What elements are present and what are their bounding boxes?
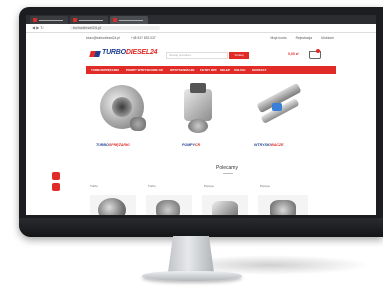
section-divider [223, 173, 233, 174]
nav-item-services[interactable]: USŁUGI [234, 66, 245, 74]
browser-tab[interactable] [70, 16, 108, 24]
monitor-stand-base [142, 271, 242, 281]
site-logo[interactable]: TURBODIESEL24 [89, 49, 158, 58]
nav-item-shop[interactable]: SKLEP [220, 66, 230, 74]
pump-image [184, 89, 212, 121]
browser-tab-bar [26, 15, 376, 24]
contact-info: biuro@turbodiesel24.pl +48 537 833 037 [86, 36, 166, 40]
card-label: Turbo [148, 184, 156, 188]
nav-item-dpf[interactable]: FILTRY DPF [200, 66, 217, 74]
monitor-chin [19, 218, 383, 237]
category-label: POMPYCR [182, 143, 200, 147]
tab-favicon [113, 18, 117, 22]
account-links: Moje konto Rejestracja Ulubione [263, 36, 335, 40]
browser-tab-active[interactable] [110, 16, 148, 24]
section-title: Polecamy [216, 165, 238, 171]
nav-item-injectors[interactable]: WTRYSKIWACZE [170, 66, 195, 74]
category-label: WTRYSKIWACZE [254, 143, 284, 147]
card-label: Turbo [90, 184, 98, 188]
logo-mark-icon [89, 51, 101, 57]
email-link[interactable]: biuro@turbodiesel24.pl [86, 36, 120, 40]
nav-item-turbo[interactable]: TURBOSPRĘŻARKI [91, 66, 119, 74]
product-image [270, 200, 296, 215]
product-image [156, 200, 180, 215]
category-label-b: SPRĘŻARKI [108, 143, 130, 147]
tab-favicon [33, 18, 37, 22]
browser-tab[interactable] [30, 16, 68, 24]
pump-top [190, 83, 206, 93]
category-turbo[interactable]: TURBOSPRĘŻARKI [92, 77, 154, 149]
product-card[interactable] [146, 195, 192, 215]
category-injectors[interactable]: WTRYSKIWACZE [248, 79, 308, 149]
tab-favicon [73, 18, 77, 22]
category-label: TURBOSPRĘŻARKI [96, 143, 130, 147]
nav-item-pumps[interactable]: POMPY WTRYSKOWE CR [126, 66, 163, 74]
tab-title-line [79, 19, 103, 21]
cart-badge [316, 49, 320, 53]
logo-text: TURBODIESEL24 [102, 49, 158, 56]
category-label-a: POMPY [182, 143, 195, 147]
category-label-a: TURBO [96, 143, 109, 147]
turbo-outlet [130, 117, 146, 131]
logo-turbo: TURBO [102, 49, 126, 56]
card-label: Pompa [204, 184, 214, 188]
browser-nav-arrows-icon[interactable]: ◀ ▶ ↻ [32, 26, 44, 30]
tab-title-line [39, 19, 63, 21]
cart-icon[interactable] [308, 49, 321, 59]
category-label-b: CR [194, 143, 201, 147]
product-card[interactable] [258, 195, 308, 215]
category-label-a: WTRYSKI [254, 143, 271, 147]
turbo-core [112, 97, 132, 117]
category-label-b: WACZE [270, 143, 284, 147]
product-card[interactable] [90, 195, 136, 215]
nav-item-contact[interactable]: KONTAKT [252, 66, 266, 74]
facebook-side-button[interactable] [52, 172, 60, 180]
account-link[interactable]: Moje konto [271, 36, 287, 40]
wishlist-link[interactable]: Ulubione [321, 36, 334, 40]
main-nav: TURBOSPRĘŻARKI POMPY WTRYSKOWE CR WTRYSK… [86, 66, 336, 74]
phone-side-button[interactable] [52, 183, 60, 191]
search-button[interactable]: Szukaj [229, 52, 249, 59]
phone-link[interactable]: +48 537 833 037 [131, 36, 156, 40]
search-placeholder: Szukaj produktu... [169, 53, 194, 57]
product-image [98, 198, 126, 215]
register-link[interactable]: Rejestracja [296, 36, 313, 40]
logo-diesel: DIESEL24 [125, 49, 158, 56]
url-text: turbodiesel24.pl [73, 25, 102, 30]
product-image [212, 201, 238, 215]
card-label: Pompa [260, 184, 270, 188]
cart-total: 0,00 zł [288, 52, 299, 56]
pump-base [188, 119, 208, 133]
monitor-mockup-scene: ◀ ▶ ↻ turbodiesel24.pl biuro@turbodiesel… [0, 0, 383, 293]
monitor-screen: ◀ ▶ ↻ turbodiesel24.pl biuro@turbodiesel… [26, 15, 376, 215]
monitor-stand-neck [167, 236, 215, 276]
product-card[interactable] [202, 195, 248, 215]
search-input[interactable]: Szukaj produktu... [166, 52, 228, 59]
category-pump[interactable]: POMPYCR [174, 79, 224, 149]
tab-title-line [119, 19, 143, 21]
injector-connector [272, 103, 282, 111]
address-bar[interactable]: ◀ ▶ ↻ turbodiesel24.pl [26, 24, 376, 33]
